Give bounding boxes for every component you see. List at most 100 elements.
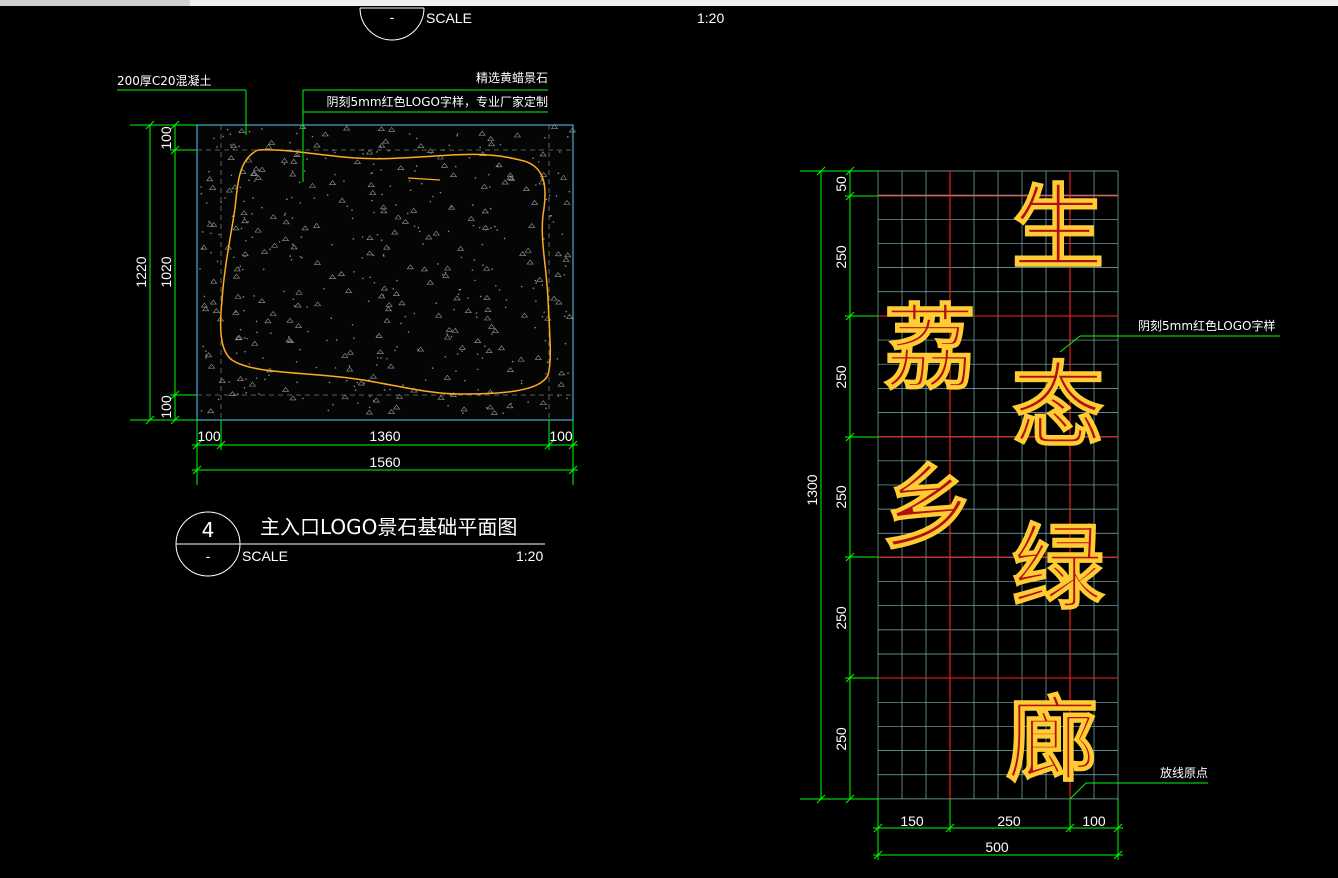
hatch-mark — [556, 358, 559, 360]
hatch-mark — [226, 128, 229, 131]
plan-scale-ratio: 1:20 — [516, 548, 543, 564]
hatch-mark — [488, 186, 491, 188]
cad-drawing: - SCALE 1:20 200厚C20混凝土 精选黄蜡景石 阴刻5mm红色LO… — [0, 0, 1338, 860]
plan-dim-right: 100 — [549, 428, 573, 444]
hatch-mark — [218, 233, 220, 236]
logo-char-1: 生 — [1012, 174, 1104, 282]
hatch-mark — [352, 238, 355, 240]
hatch-mark — [262, 268, 265, 271]
hatch-mark — [213, 137, 215, 140]
hatch-mark — [345, 379, 348, 382]
hatch-mark — [538, 161, 540, 163]
hatch-mark — [241, 268, 244, 271]
plan-dim-total-width: 1560 — [369, 454, 400, 470]
hatch-mark — [505, 299, 508, 301]
hatch-mark — [503, 237, 506, 240]
hatch-mark — [543, 311, 545, 313]
hatch-mark — [559, 151, 561, 153]
hatch-mark — [549, 215, 552, 217]
hatch-mark — [564, 342, 567, 345]
hatch-mark — [357, 402, 359, 404]
hatch-mark — [324, 157, 327, 160]
hatch-mark — [373, 281, 376, 284]
hatch-mark — [299, 348, 301, 351]
hatch-mark — [477, 389, 479, 391]
hatch-mark — [373, 211, 375, 214]
hatch-mark — [248, 179, 250, 182]
hatch-mark — [248, 130, 251, 133]
hatch-mark — [371, 199, 373, 202]
hatch-mark — [354, 389, 357, 391]
hatch-mark — [444, 356, 447, 358]
hatch-mark — [233, 256, 235, 259]
hatch-mark — [369, 395, 371, 398]
hatch-mark — [332, 403, 334, 406]
hatch-mark — [541, 316, 544, 318]
plan-title-sheet: - — [206, 548, 211, 564]
hatch-mark — [200, 186, 202, 188]
hatch-mark — [456, 134, 458, 137]
hatch-mark — [464, 379, 466, 382]
hatch-mark — [258, 393, 260, 395]
hatch-mark — [394, 349, 396, 352]
hatch-mark — [239, 265, 242, 267]
hatch-mark — [442, 273, 444, 276]
hatch-mark — [454, 165, 457, 168]
hatch-mark — [313, 197, 316, 199]
hatch-mark — [283, 163, 286, 165]
hatch-mark — [435, 302, 438, 305]
hatch-mark — [202, 345, 204, 348]
hatch-mark — [409, 189, 412, 192]
hatch-mark — [413, 225, 416, 228]
hatch-mark — [262, 357, 264, 359]
hatch-mark — [261, 128, 263, 130]
hatch-mark — [417, 226, 420, 229]
hatch-mark — [400, 322, 402, 325]
hatch-mark — [237, 267, 240, 269]
hatch-mark — [491, 333, 493, 335]
hatch-mark — [242, 296, 245, 298]
hatch-mark — [264, 378, 266, 381]
hatch-mark — [475, 312, 478, 314]
logo-dim-v-4: 250 — [833, 485, 849, 509]
plan-title-block: 4 - 主入口LOGO景石基础平面图 SCALE 1:20 — [175, 511, 545, 577]
hatch-mark — [484, 345, 486, 347]
hatch-mark — [217, 398, 220, 401]
hatch-mark — [482, 264, 484, 267]
hatch-mark — [252, 197, 254, 200]
logo-dim-v-1: 50 — [833, 176, 849, 192]
hatch-mark — [240, 227, 243, 230]
hatch-mark — [418, 230, 421, 233]
hatch-mark — [315, 366, 318, 369]
hatch-mark — [361, 236, 364, 238]
hatch-mark — [278, 240, 281, 243]
hatch-mark — [376, 364, 378, 366]
hatch-mark — [369, 276, 372, 279]
logo-dim-h-2: 250 — [997, 813, 1021, 829]
hatch-mark — [462, 412, 464, 414]
hatch-mark — [343, 180, 345, 182]
concrete-foundation-outline — [196, 124, 574, 421]
hatch-mark — [298, 181, 301, 184]
hatch-mark — [327, 409, 330, 412]
hatch-mark — [245, 378, 247, 380]
hatch-mark — [471, 269, 474, 271]
hatch-mark — [481, 357, 484, 359]
hatch-mark — [457, 293, 460, 296]
hatch-mark — [424, 379, 427, 381]
plan-dim-bottom: 100 — [158, 395, 174, 419]
hatch-mark — [205, 202, 208, 204]
logo-char-4: 廊 — [1006, 686, 1098, 794]
hatch-mark — [243, 216, 246, 219]
plan-title-text: 主入口LOGO景石基础平面图 — [260, 515, 517, 539]
hatch-mark — [380, 169, 382, 171]
hatch-mark — [256, 331, 258, 334]
hatch-mark — [292, 298, 295, 301]
hatch-mark — [296, 381, 298, 384]
hatch-mark — [402, 384, 404, 386]
hatch-mark — [447, 230, 450, 233]
hatch-mark — [229, 133, 232, 135]
top-scale-label: SCALE — [426, 10, 472, 26]
hatch-mark — [404, 315, 407, 318]
hatch-mark — [376, 334, 379, 337]
